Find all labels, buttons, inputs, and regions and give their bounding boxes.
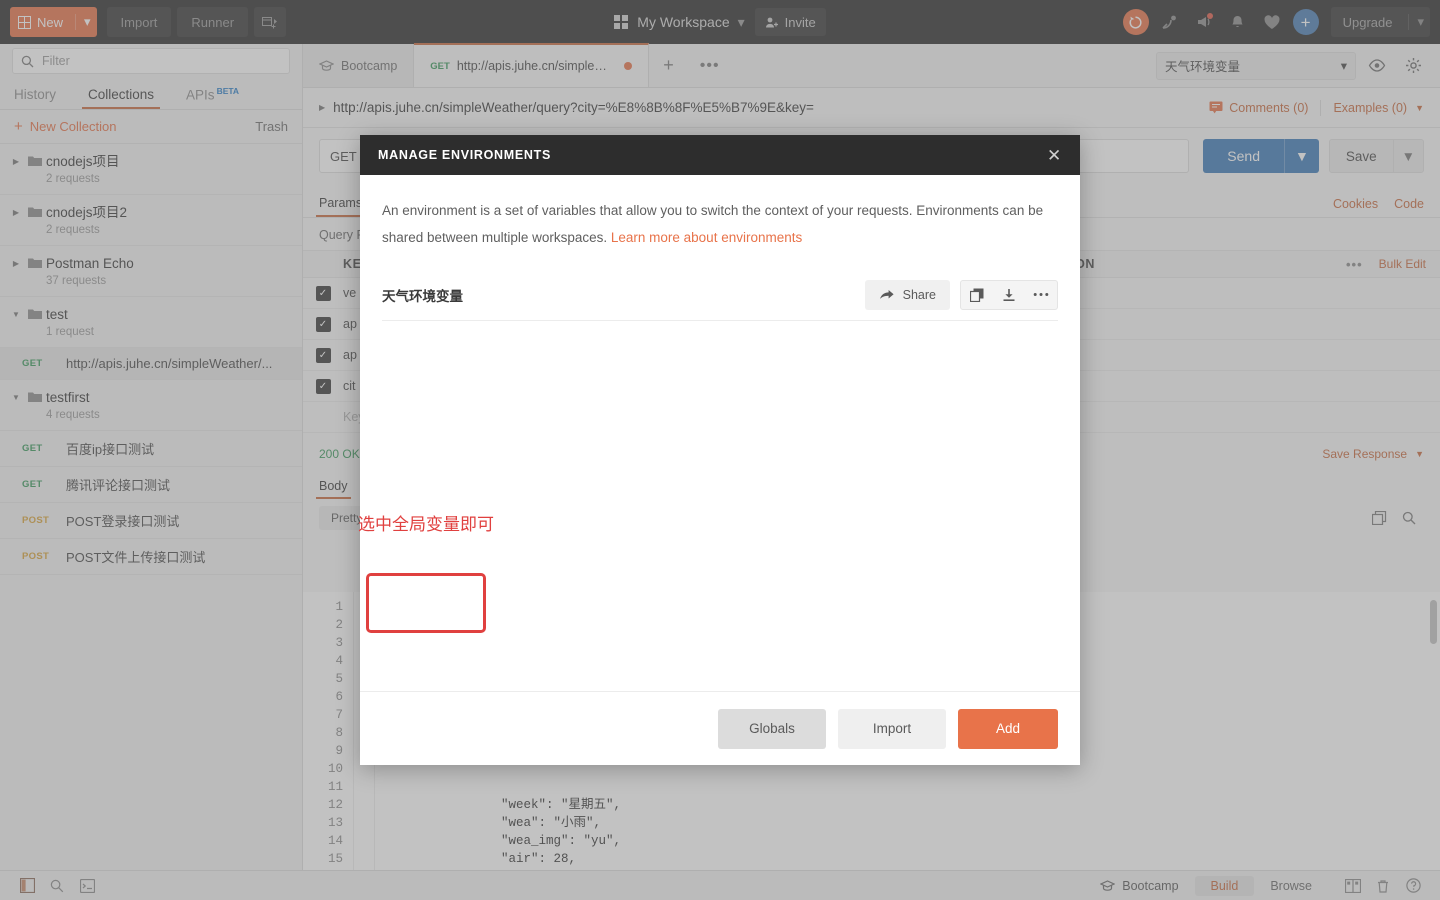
close-icon[interactable]: ✕ [1047,147,1062,164]
environment-tools [960,279,1058,310]
more-icon[interactable] [1025,292,1057,297]
environment-row-actions: Share [864,279,1058,310]
modal-body: An environment is a set of variables tha… [360,175,1080,691]
postman-app: New ▾ Import Runner My Workspace ▾ Invit… [0,0,1440,900]
share-label: Share [902,287,936,302]
environment-name: 天气环境变量 [382,288,463,304]
learn-more-link[interactable]: Learn more about environments [611,230,802,245]
duplicate-icon[interactable] [961,288,993,302]
modal-footer: Globals Import Add [360,691,1080,765]
manage-environments-modal: MANAGE ENVIRONMENTS ✕ An environment is … [360,135,1080,765]
environment-row[interactable]: 天气环境变量 Share [382,269,1058,321]
annotation-text: 选中全局变量即可 [358,515,494,534]
share-arrow-icon [879,288,895,301]
modal-header: MANAGE ENVIRONMENTS ✕ [360,135,1080,175]
download-icon[interactable] [993,288,1025,302]
import-button[interactable]: Import [838,708,946,749]
modal-title: MANAGE ENVIRONMENTS [378,148,552,162]
share-button[interactable]: Share [864,279,950,310]
modal-description: An environment is a set of variables tha… [360,175,1080,251]
globals-button[interactable]: Globals [718,708,826,749]
add-button[interactable]: Add [958,708,1058,749]
